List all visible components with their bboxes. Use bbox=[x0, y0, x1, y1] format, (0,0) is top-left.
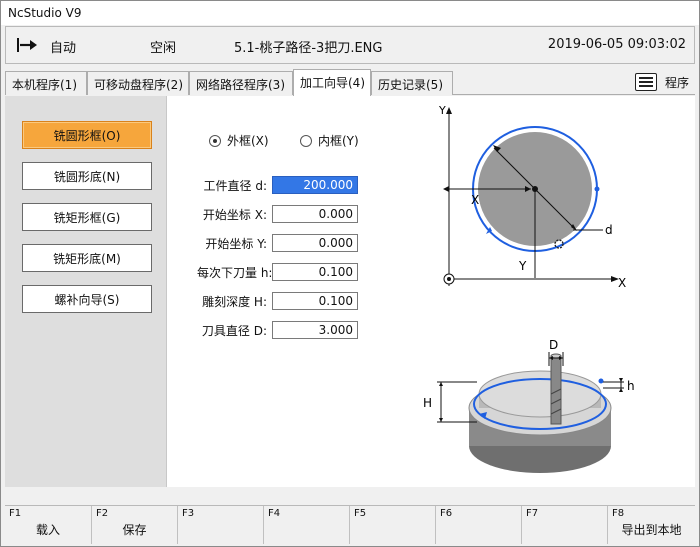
machine-state: 空闲 bbox=[150, 41, 177, 56]
radio-checked-icon bbox=[209, 134, 221, 147]
window-title: NcStudio V9 bbox=[8, 6, 82, 20]
f5-button[interactable]: F5 bbox=[349, 506, 435, 544]
f1-load-button[interactable]: F1 载入 bbox=[5, 506, 91, 544]
f4-button[interactable]: F4 bbox=[263, 506, 349, 544]
field-engrave-depth: 雕刻深度 H: 0.100 bbox=[197, 292, 359, 310]
program-button[interactable]: 程序 bbox=[634, 71, 689, 93]
list-icon bbox=[634, 73, 657, 91]
start-x-input[interactable]: 0.000 bbox=[272, 205, 358, 223]
mill-circle-frame-button[interactable]: 铣圆形框(O) bbox=[22, 121, 152, 149]
field-label: 雕刻深度 H: bbox=[202, 294, 267, 309]
step-down-input[interactable]: 0.100 bbox=[272, 263, 358, 281]
workpiece-diameter-input[interactable]: 200.000 bbox=[272, 176, 358, 194]
function-key-bar: F1 载入 F2 保存 F3 F4 F5 F6 F7 F8 导出到本地 bbox=[5, 505, 695, 544]
tab-history[interactable]: 历史记录(5) bbox=[371, 71, 453, 95]
tab-machining-wizard[interactable]: 加工向导(4) bbox=[293, 69, 371, 96]
mill-circle-bottom-button[interactable]: 铣圆形底(N) bbox=[22, 162, 152, 190]
mode-label: 自动 bbox=[50, 41, 77, 56]
auto-mode-arrow-icon bbox=[17, 38, 37, 52]
tab-local-programs[interactable]: 本机程序(1) bbox=[5, 71, 87, 95]
field-label: 每次下刀量 h: bbox=[197, 265, 273, 280]
engrave-depth-input[interactable]: 0.100 bbox=[272, 292, 358, 310]
depth-label: H bbox=[423, 396, 432, 410]
field-label: 开始坐标 Y: bbox=[205, 236, 267, 251]
field-tool-diameter: 刀具直径 D: 3.000 bbox=[197, 321, 359, 339]
f7-button[interactable]: F7 bbox=[521, 506, 607, 544]
diameter-label: d bbox=[605, 223, 613, 237]
field-workpiece-diameter: 工件直径 d: 200.000 bbox=[197, 176, 359, 194]
outer-frame-radio[interactable]: 外框(X) bbox=[209, 132, 269, 149]
title-bar[interactable]: NcStudio V9 bbox=[1, 1, 699, 25]
wizard-panel: 外框(X) 内框(Y) 工件直径 d: 200.000 开始坐标 X: 0.00… bbox=[167, 96, 695, 487]
field-step-down: 每次下刀量 h: 0.100 bbox=[197, 263, 359, 281]
mill-rect-frame-button[interactable]: 铣矩形框(G) bbox=[22, 203, 152, 231]
f3-button[interactable]: F3 bbox=[177, 506, 263, 544]
tab-network-programs[interactable]: 网络路径程序(3) bbox=[189, 71, 293, 95]
f8-export-button[interactable]: F8 导出到本地 bbox=[607, 506, 695, 544]
circle-frame-3d-diagram: D h H bbox=[423, 338, 635, 473]
field-label: 刀具直径 D: bbox=[201, 323, 267, 338]
program-button-label: 程序 bbox=[664, 75, 689, 90]
tool-diameter-label: D bbox=[549, 338, 558, 352]
tab-removable-programs[interactable]: 可移动盘程序(2) bbox=[87, 71, 189, 95]
f6-button[interactable]: F6 bbox=[435, 506, 521, 544]
field-start-y: 开始坐标 Y: 0.000 bbox=[197, 234, 359, 252]
start-point-dot bbox=[594, 186, 600, 192]
screw-compensation-wizard-button[interactable]: 螺补向导(S) bbox=[22, 285, 152, 313]
field-start-x: 开始坐标 X: 0.000 bbox=[197, 205, 359, 223]
status-bar: 自动 空闲 5.1-桃子路径-3把刀.ENG 2019-06-05 09:03:… bbox=[5, 26, 695, 64]
mill-rect-bottom-button[interactable]: 铣矩形底(M) bbox=[22, 244, 152, 272]
wizard-menu: 铣圆形框(O) 铣圆形底(N) 铣矩形框(G) 铣矩形底(M) 螺补向导(S) bbox=[5, 96, 167, 487]
outer-frame-label: 外框(X) bbox=[227, 134, 269, 148]
current-file: 5.1-桃子路径-3把刀.ENG bbox=[234, 41, 383, 56]
f2-save-button[interactable]: F2 保存 bbox=[91, 506, 177, 544]
inner-frame-radio[interactable]: 内框(Y) bbox=[300, 132, 359, 149]
tab-bar: 本机程序(1) 可移动盘程序(2) 网络路径程序(3) 加工向导(4) 历史记录… bbox=[5, 69, 695, 96]
app-window: NcStudio V9 自动 空闲 5.1-桃子路径-3把刀.ENG 2019-… bbox=[0, 0, 700, 547]
inner-frame-label: 内框(Y) bbox=[318, 134, 359, 148]
y-axis-arrow-icon bbox=[446, 107, 452, 114]
y-axis-label: Y bbox=[439, 104, 446, 117]
circle-frame-top-view-diagram: Y X X Y d bbox=[439, 104, 626, 290]
datetime: 2019-06-05 09:03:02 bbox=[547, 37, 686, 52]
field-label: 开始坐标 X: bbox=[202, 207, 267, 222]
step-down-label: h bbox=[627, 379, 635, 393]
field-label: 工件直径 d: bbox=[203, 178, 267, 193]
radio-unchecked-icon bbox=[300, 134, 312, 147]
tool-diameter-input[interactable]: 3.000 bbox=[272, 321, 358, 339]
x-offset-label: X bbox=[471, 193, 479, 207]
y-offset-label: Y bbox=[518, 259, 527, 273]
x-axis-label: X bbox=[618, 276, 626, 290]
start-y-input[interactable]: 0.000 bbox=[272, 234, 358, 252]
